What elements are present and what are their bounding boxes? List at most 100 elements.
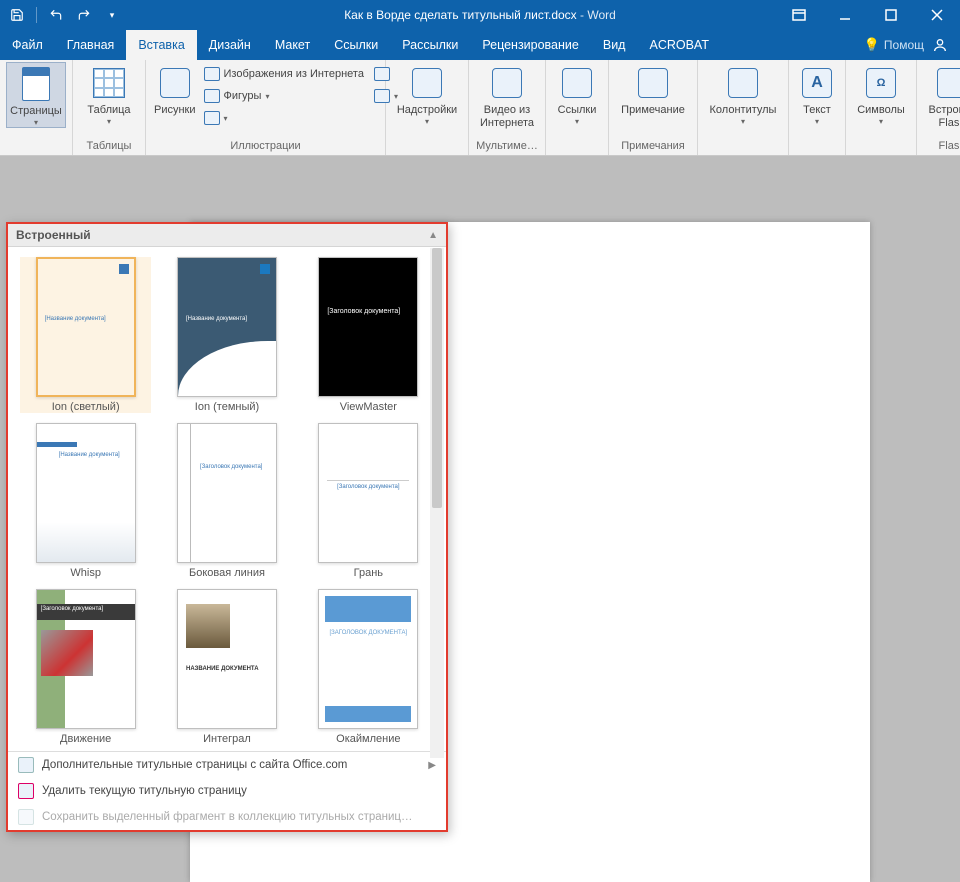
gallery-item[interactable]: [Заголовок документа] Грань	[303, 423, 434, 579]
save-button[interactable]	[6, 4, 28, 26]
scroll-up-icon[interactable]: ▲	[428, 230, 438, 241]
gallery-item[interactable]: [Заголовок документа]Боковая линия	[161, 423, 292, 579]
tab-file[interactable]: Файл	[0, 30, 55, 60]
group-comments: Примечание Примечания	[609, 60, 698, 155]
gallery-item-label: Окаймление	[336, 733, 400, 745]
shapes-icon	[204, 88, 220, 104]
window-controls	[776, 0, 960, 30]
flash-label: Встроить Flash	[925, 104, 960, 129]
gallery-thumbnail: [ЗАГОЛОВОК ДОКУМЕНТА]	[318, 589, 418, 729]
gallery-item[interactable]: [ЗАГОЛОВОК ДОКУМЕНТА] Окаймление	[303, 589, 434, 745]
group-illustrations-label: Иллюстрации	[152, 138, 379, 153]
header-footer-label: Колонтитулы	[710, 104, 777, 117]
save-selection-item: Сохранить выделенный фрагмент в коллекци…	[8, 804, 446, 830]
group-header-footer-label	[704, 150, 782, 153]
group-symbols-label	[852, 150, 910, 153]
group-addins: Надстройки ▾	[386, 60, 469, 155]
undo-button[interactable]	[45, 4, 67, 26]
pages-icon	[19, 67, 53, 101]
redo-button[interactable]	[73, 4, 95, 26]
tab-home[interactable]: Главная	[55, 30, 127, 60]
pictures-icon	[158, 66, 192, 100]
remove-cover-page-item[interactable]: Удалить текущую титульную страницу	[8, 778, 446, 804]
tab-insert[interactable]: Вставка	[126, 30, 196, 60]
smartart-button[interactable]: ▾	[200, 108, 368, 128]
gallery-item-label: Whisp	[70, 567, 101, 579]
ribbon-display-options-button[interactable]	[776, 0, 822, 30]
gallery-item-label: Интеграл	[203, 733, 251, 745]
flash-icon	[935, 66, 960, 100]
lightbulb-icon: 💡	[864, 37, 880, 53]
symbols-label: Символы	[857, 104, 905, 117]
minimize-button[interactable]	[822, 0, 868, 30]
gallery-item[interactable]: [Название документа]Ion (темный)	[161, 257, 292, 413]
comment-button[interactable]: Примечание	[615, 62, 691, 117]
comment-label: Примечание	[621, 104, 685, 117]
header-footer-button[interactable]: Колонтитулы ▾	[704, 62, 782, 126]
group-comments-label: Примечания	[615, 138, 691, 153]
tab-design[interactable]: Дизайн	[197, 30, 263, 60]
tell-me-label: Помощ	[884, 38, 924, 52]
gallery-item[interactable]: [Название документа] Whisp	[20, 423, 151, 579]
tab-acrobat[interactable]: ACROBAT	[637, 30, 721, 60]
pictures-button[interactable]: Рисунки	[152, 62, 198, 117]
group-media: Видео из Интернета Мультиме…	[469, 60, 546, 155]
tab-mailings[interactable]: Рассылки	[390, 30, 470, 60]
gallery-scrollbar[interactable]	[430, 248, 444, 758]
gallery-item-label: Грань	[354, 567, 383, 579]
tab-layout[interactable]: Макет	[263, 30, 322, 60]
flash-button[interactable]: Встроить Flash	[923, 62, 960, 129]
group-text-label	[795, 150, 839, 153]
gallery-thumbnail: [Название документа]	[36, 257, 136, 397]
shapes-label: Фигуры	[224, 90, 262, 102]
tell-me-search[interactable]: 💡 Помощ	[864, 37, 924, 53]
app-name: Word	[587, 8, 615, 22]
group-links: Ссылки ▾	[546, 60, 609, 155]
group-links-label	[552, 150, 602, 153]
group-flash-label: Flash	[923, 138, 960, 153]
save-selection-icon	[18, 809, 34, 825]
addins-label: Надстройки	[397, 104, 457, 117]
links-button[interactable]: Ссылки ▾	[552, 62, 602, 126]
qat-customize-icon[interactable]: ▾	[101, 4, 123, 26]
pages-label: Страницы	[10, 105, 62, 118]
tab-view[interactable]: Вид	[591, 30, 638, 60]
gallery-thumbnail: [Заголовок документа]	[318, 423, 418, 563]
shapes-button[interactable]: Фигуры ▾	[200, 86, 368, 106]
gallery-thumbnail: НАЗВАНИЕ ДОКУМЕНТА	[177, 589, 277, 729]
pictures-label: Рисунки	[154, 104, 196, 117]
ribbon: Страницы ▾ Таблица ▾ Таблицы Рисунки	[0, 60, 960, 156]
table-label: Таблица	[87, 104, 130, 117]
close-button[interactable]	[914, 0, 960, 30]
gallery-item[interactable]: НАЗВАНИЕ ДОКУМЕНТА Интеграл	[161, 589, 292, 745]
separator	[36, 7, 37, 23]
addins-button[interactable]: Надстройки ▾	[392, 62, 462, 126]
maximize-button[interactable]	[868, 0, 914, 30]
online-video-button[interactable]: Видео из Интернета	[475, 62, 539, 129]
video-icon	[490, 66, 524, 100]
gallery-item[interactable]: [Название документа]Ion (светлый)	[20, 257, 151, 413]
group-symbols: Ω Символы ▾	[846, 60, 917, 155]
gallery-thumbnail: [Название документа]	[36, 423, 136, 563]
comment-icon	[636, 66, 670, 100]
gallery-grid: [Название документа]Ion (светлый)[Назван…	[8, 247, 446, 751]
more-cover-pages-item[interactable]: Дополнительные титульные страницы с сайт…	[8, 752, 446, 778]
save-selection-label: Сохранить выделенный фрагмент в коллекци…	[42, 811, 413, 823]
tab-references[interactable]: Ссылки	[322, 30, 390, 60]
tab-review[interactable]: Рецензирование	[470, 30, 591, 60]
smartart-icon	[204, 110, 220, 126]
table-icon	[92, 66, 126, 100]
gallery-item[interactable]: [Заголовок документа]Движение	[20, 589, 151, 745]
online-pictures-button[interactable]: Изображения из Интернета	[200, 64, 368, 84]
cover-page-gallery: Встроенный ▲ [Название документа]Ion (св…	[6, 222, 448, 832]
text-button[interactable]: A Текст ▾	[795, 62, 839, 126]
remove-icon	[18, 783, 34, 799]
symbols-button[interactable]: Ω Символы ▾	[852, 62, 910, 126]
gallery-item[interactable]: [Заголовок документа]ViewMaster	[303, 257, 434, 413]
gallery-item-label: Ion (темный)	[195, 401, 259, 413]
scrollbar-thumb[interactable]	[432, 248, 442, 508]
account-button[interactable]	[928, 33, 952, 57]
table-button[interactable]: Таблица ▾	[79, 62, 139, 126]
gallery-heading-text: Встроенный	[16, 228, 91, 242]
pages-button[interactable]: Страницы ▾	[6, 62, 66, 128]
